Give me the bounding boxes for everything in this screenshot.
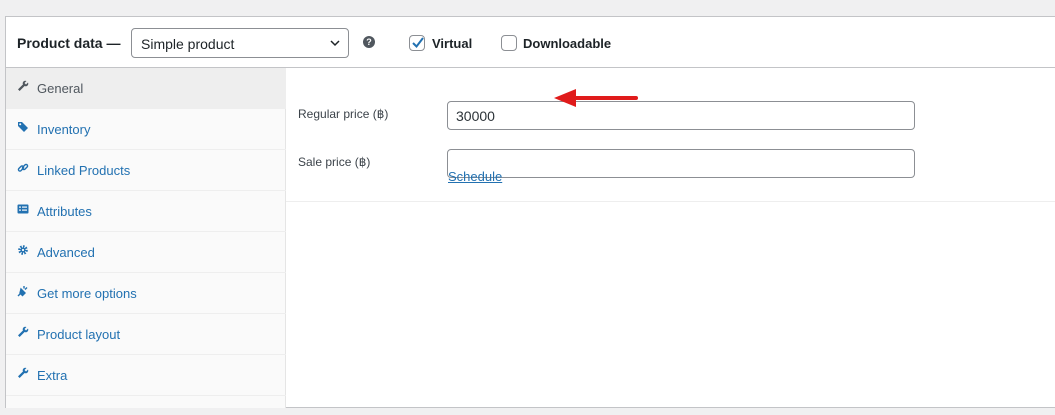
product-data-panel: Product data — Simple product ? Virtual … <box>5 16 1055 408</box>
tab-inventory-label: Inventory <box>37 122 91 137</box>
checkmark-icon <box>412 37 424 49</box>
sale-price-input[interactable] <box>447 149 915 178</box>
gear-icon <box>18 245 28 255</box>
tab-attributes[interactable]: Attributes <box>6 191 286 232</box>
regular-price-input[interactable] <box>447 101 915 130</box>
help-icon[interactable]: ? <box>363 36 375 48</box>
product-data-tabs: General Inventory Linked Products Attrib… <box>6 68 286 408</box>
link-icon <box>17 163 29 172</box>
tag-icon <box>18 122 28 132</box>
tab-get-more-options[interactable]: Get more options <box>6 273 286 314</box>
sale-price-label: Sale price (฿) <box>298 155 371 169</box>
chevron-down-icon <box>330 40 340 47</box>
regular-price-label: Regular price (฿) <box>298 107 389 121</box>
product-type-select[interactable]: Simple product <box>131 28 349 58</box>
plugin-icon <box>17 286 28 297</box>
product-type-value: Simple product <box>141 36 235 52</box>
tab-linked-products-label: Linked Products <box>37 163 131 178</box>
tab-advanced[interactable]: Advanced <box>6 232 286 273</box>
tab-attributes-label: Attributes <box>37 204 92 219</box>
product-data-title: Product data — <box>17 35 121 51</box>
general-tab-content: Regular price (฿) Sale price (฿) Schedul… <box>286 68 1055 202</box>
tab-general-label: General <box>37 81 84 96</box>
virtual-label: Virtual <box>432 36 473 51</box>
tab-extra[interactable]: Extra <box>6 355 286 396</box>
list-card-icon <box>17 204 29 214</box>
tab-inventory[interactable]: Inventory <box>6 109 286 150</box>
wrench-icon <box>18 80 29 91</box>
schedule-link[interactable]: Schedule <box>448 169 502 184</box>
tab-product-layout-label: Product layout <box>37 327 121 342</box>
tab-general[interactable]: General <box>6 68 286 109</box>
tab-advanced-label: Advanced <box>37 245 95 260</box>
wrench-icon <box>18 326 29 337</box>
product-data-header: Product data — Simple product ? Virtual … <box>6 17 1055 68</box>
downloadable-checkbox[interactable] <box>501 35 517 51</box>
tab-extra-label: Extra <box>37 368 68 383</box>
wrench-icon <box>18 367 29 378</box>
tab-get-more-options-label: Get more options <box>37 286 137 301</box>
downloadable-label: Downloadable <box>523 36 612 51</box>
tab-linked-products[interactable]: Linked Products <box>6 150 286 191</box>
annotation-arrow <box>554 89 638 107</box>
virtual-checkbox[interactable] <box>409 35 425 51</box>
tab-product-layout[interactable]: Product layout <box>6 314 286 355</box>
